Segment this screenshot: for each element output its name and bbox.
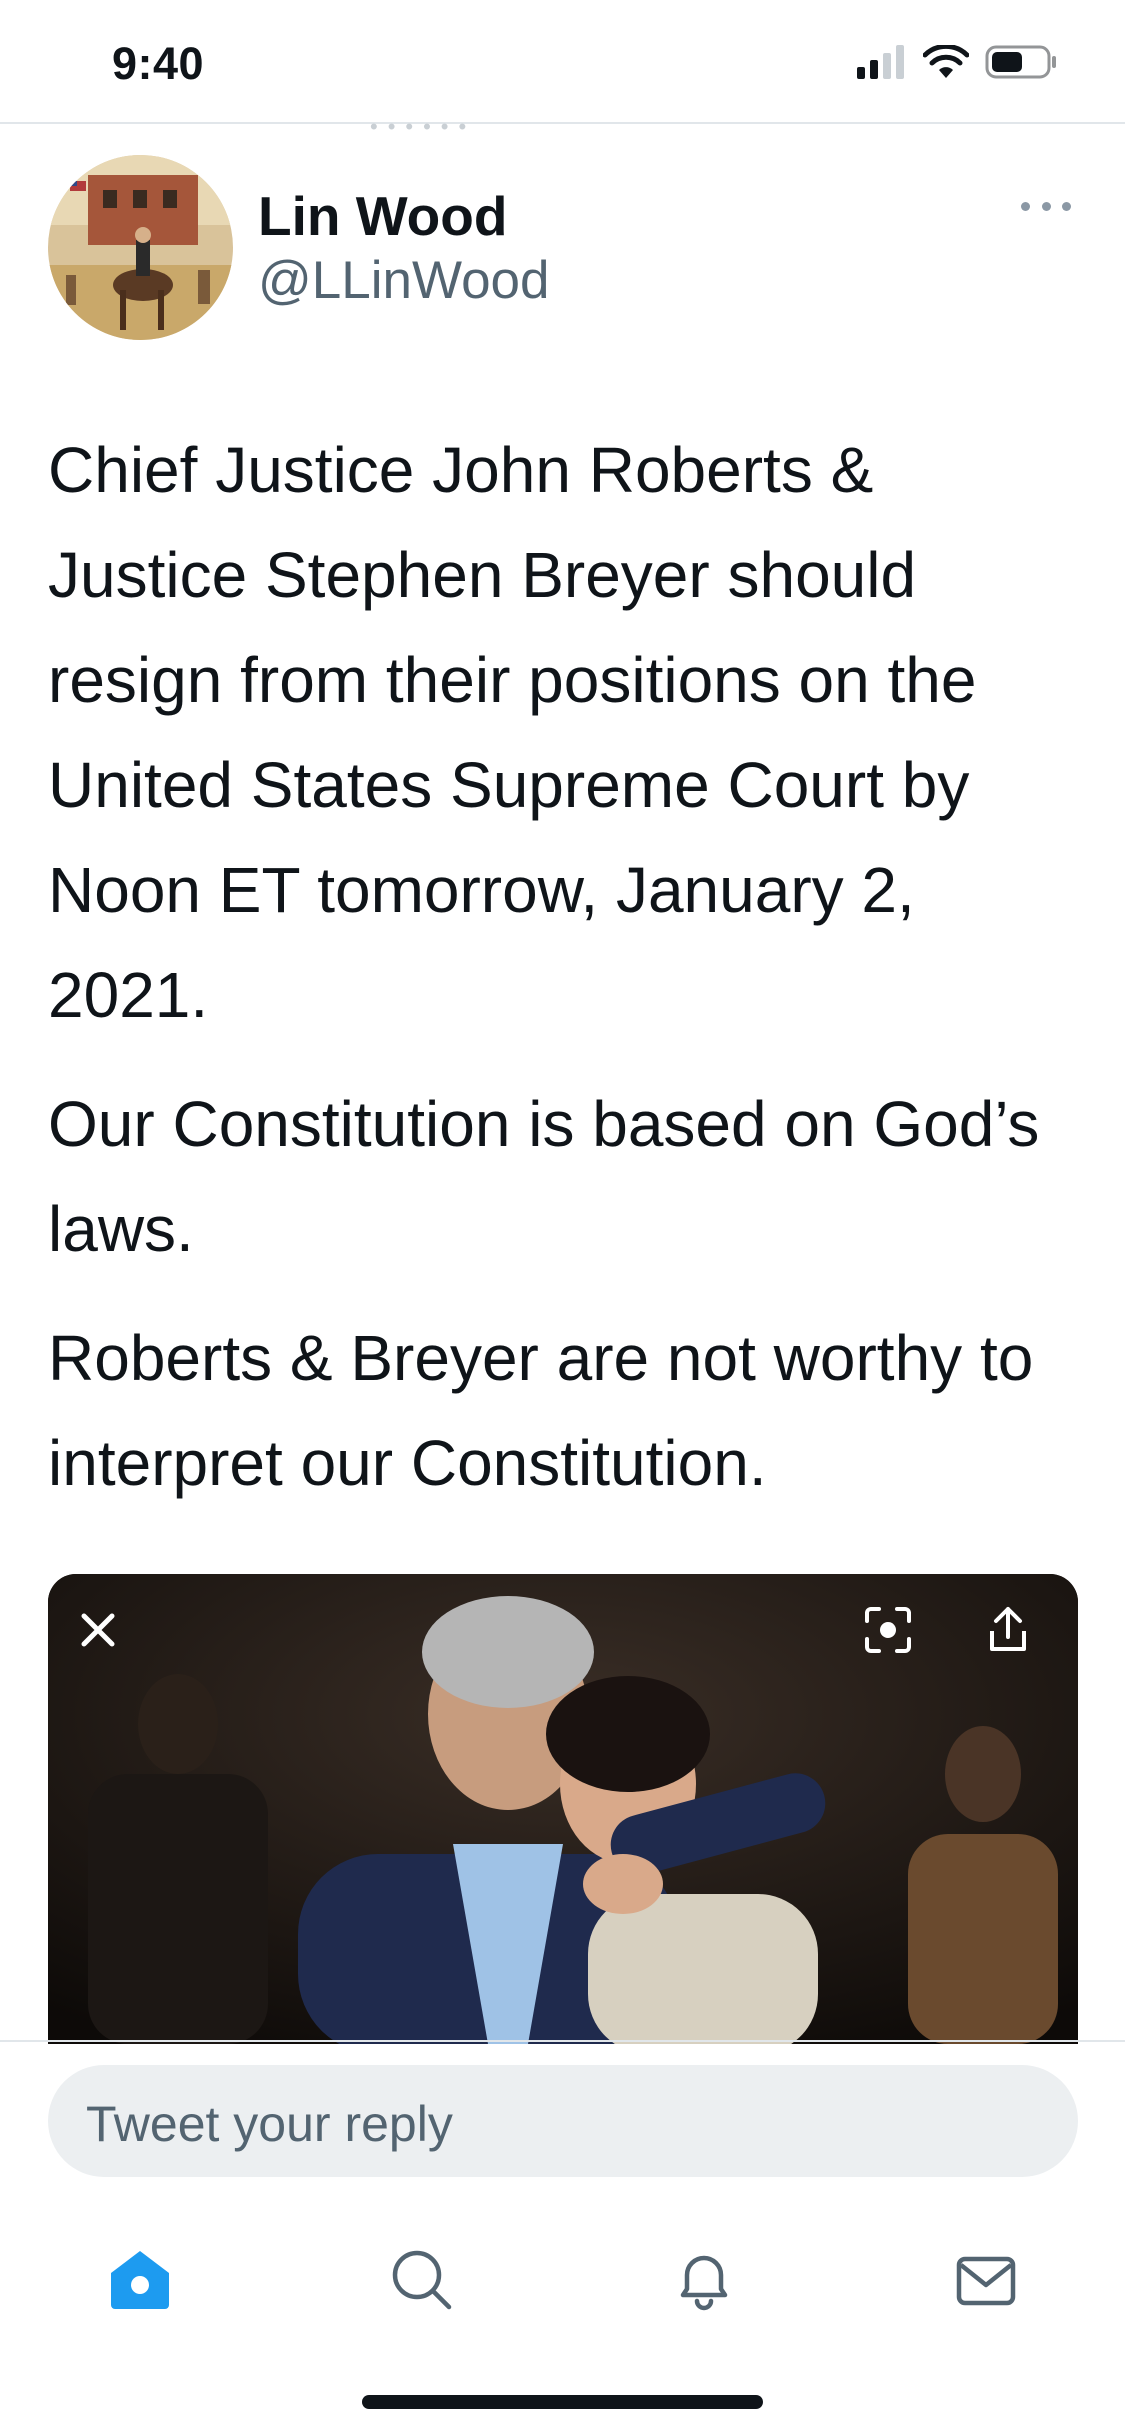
visual-search-button[interactable] <box>858 1600 918 1660</box>
share-icon <box>990 1607 1026 1651</box>
tab-notifications[interactable] <box>664 2240 744 2320</box>
reply-input[interactable]: Tweet your reply <box>48 2065 1078 2177</box>
visual-search-icon <box>865 1607 911 1653</box>
close-media-button[interactable] <box>68 1600 128 1660</box>
scroll-dots-decoration: •••••• <box>370 114 477 139</box>
author-display-name[interactable]: Lin Wood <box>258 184 507 248</box>
share-media-button[interactable] <box>978 1600 1038 1660</box>
photo-image <box>48 1574 1078 2044</box>
more-dot <box>1062 201 1071 211</box>
status-time: 9:40 <box>112 38 205 89</box>
tweet-detail-screen: 9:40 •••••• Lin Wood @LLinWood Chief Jus… <box>0 0 1125 2436</box>
tab-search[interactable] <box>382 2240 462 2320</box>
tweet-paragraph: Chief Justice John Roberts & Justice Ste… <box>48 434 977 1031</box>
header-divider <box>0 122 1125 124</box>
home-indicator <box>362 2395 763 2409</box>
status-bar: 9:40 <box>0 0 1125 122</box>
tweet-paragraph: Our Constitution is based on God’s laws. <box>48 1088 1040 1265</box>
battery-icon <box>985 45 1056 79</box>
avatar-painting-image <box>48 155 233 340</box>
cellular-signal-icon <box>857 45 904 79</box>
more-dot <box>1041 201 1051 211</box>
close-icon <box>81 1613 115 1647</box>
status-icons <box>857 42 1059 82</box>
bell-icon <box>680 2255 728 2311</box>
reply-divider <box>0 2040 1125 2042</box>
bottom-tab-bar <box>0 2200 1125 2360</box>
tab-home[interactable] <box>100 2240 180 2320</box>
wifi-icon <box>923 45 969 78</box>
home-icon <box>111 2251 169 2309</box>
author-handle[interactable]: @LLinWood <box>258 250 550 311</box>
more-dot <box>1021 201 1030 211</box>
avatar[interactable] <box>48 155 233 340</box>
tweet-paragraph: Roberts & Breyer are not worthy to inter… <box>48 1322 1034 1499</box>
tweet-text: Chief Justice John Roberts & Justice Ste… <box>48 418 1088 1540</box>
reply-placeholder: Tweet your reply <box>86 2096 453 2152</box>
mail-icon <box>956 2256 1016 2306</box>
tab-messages[interactable] <box>946 2240 1026 2320</box>
more-options-button[interactable] <box>1021 196 1071 216</box>
search-icon <box>392 2250 452 2310</box>
tweet-media-photo[interactable] <box>48 1574 1078 2044</box>
